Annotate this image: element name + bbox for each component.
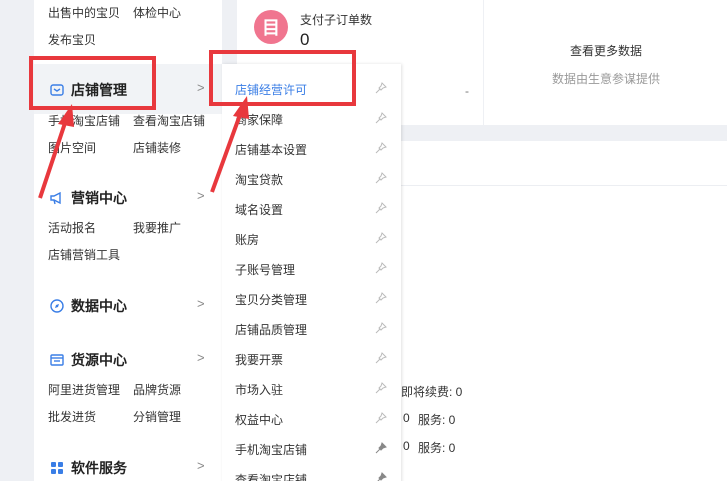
pin-icon[interactable] — [375, 412, 387, 424]
section-marketing-title: 营销中心 — [71, 190, 127, 206]
section-data-title: 数据中心 — [71, 298, 127, 314]
chevron-right-icon: > — [197, 458, 205, 473]
flyout-item-rights-center[interactable]: 权益中心 — [235, 411, 283, 428]
order-icon: 目 — [254, 10, 288, 44]
compass-icon — [49, 298, 65, 314]
section-supply-center[interactable]: 货源中心 — [49, 350, 127, 370]
pin-icon[interactable] — [375, 472, 387, 481]
pin-icon[interactable] — [375, 262, 387, 274]
flyout-item-market-entry[interactable]: 市场入驻 — [235, 381, 283, 398]
pin-icon[interactable] — [375, 382, 387, 394]
flyout-item-categories[interactable]: 宝贝分类管理 — [235, 291, 307, 308]
link-ali-purchase[interactable]: 阿里进货管理 — [48, 381, 120, 398]
section-supply-title: 货源中心 — [71, 352, 127, 368]
link-wholesale[interactable]: 批发进货 — [48, 408, 96, 425]
flyout-item-view-shop[interactable]: 查看淘宝店铺 — [235, 471, 307, 481]
pin-icon[interactable] — [375, 112, 387, 124]
shop-management-flyout: 店铺经营许可 商家保障 店铺基本设置 淘宝贷款 域名设置 账房 子账号管理 宝贝… — [222, 64, 401, 481]
link-brand-supply[interactable]: 品牌货源 — [133, 381, 181, 398]
more-data-card[interactable]: 查看更多数据 数据由生意参谋提供 — [484, 0, 727, 125]
link-marketing-tools[interactable]: 店铺营销工具 — [48, 246, 120, 263]
link-view-shop[interactable]: 查看淘宝店铺 — [133, 112, 205, 129]
pin-icon[interactable] — [375, 202, 387, 214]
section-data-center[interactable]: 数据中心 — [49, 296, 127, 316]
link-activity-signup[interactable]: 活动报名 — [48, 219, 96, 236]
pin-icon[interactable] — [375, 322, 387, 334]
link-image-space[interactable]: 图片空间 — [48, 139, 96, 156]
chevron-right-icon: > — [197, 350, 205, 365]
flyout-item-invoice[interactable]: 我要开票 — [235, 351, 283, 368]
info-renew: 即将续费: 0 — [401, 385, 463, 399]
stats-value: 0 — [300, 30, 310, 49]
info-count-2: 0 — [403, 439, 410, 453]
flyout-item-taobao-loan[interactable]: 淘宝贷款 — [235, 171, 283, 188]
flyout-item-mobile-shop[interactable]: 手机淘宝店铺 — [235, 441, 307, 458]
info-service-2: 服务: 0 — [418, 441, 456, 455]
section-marketing[interactable]: 营销中心 — [49, 188, 127, 208]
link-publish-item[interactable]: 发布宝贝 — [48, 31, 96, 48]
megaphone-icon — [49, 190, 65, 206]
info-count-1: 0 — [403, 411, 410, 425]
chevron-right-icon: > — [197, 188, 205, 203]
pin-icon[interactable] — [375, 172, 387, 184]
chevron-right-icon: > — [197, 80, 205, 95]
more-data-title[interactable]: 查看更多数据 — [570, 42, 642, 59]
link-distribution[interactable]: 分销管理 — [133, 408, 181, 425]
flyout-item-merchant-guarantee[interactable]: 商家保障 — [235, 111, 283, 128]
stats-dash: - — [465, 84, 469, 98]
grid-icon — [49, 460, 65, 476]
pin-icon[interactable] — [375, 352, 387, 364]
section-software-title: 软件服务 — [71, 460, 127, 476]
link-shop-decor[interactable]: 店铺装修 — [133, 139, 181, 156]
section-software-services[interactable]: 软件服务 — [49, 458, 127, 478]
flyout-item-billing[interactable]: 账房 — [235, 231, 259, 248]
order-icon-glyph: 目 — [262, 18, 280, 38]
chevron-right-icon: > — [197, 296, 205, 311]
pin-icon[interactable] — [375, 82, 387, 94]
pin-icon[interactable] — [375, 292, 387, 304]
flyout-item-sub-accounts[interactable]: 子账号管理 — [235, 261, 295, 278]
flyout-item-quality[interactable]: 店铺品质管理 — [235, 321, 307, 338]
flyout-item-basic-settings[interactable]: 店铺基本设置 — [235, 141, 307, 158]
stats-label: 支付子订单数 — [300, 13, 373, 27]
annotation-box-business-license — [209, 50, 356, 106]
more-data-sub: 数据由生意参谋提供 — [552, 72, 661, 86]
link-promotion[interactable]: 我要推广 — [133, 219, 181, 236]
link-mobile-shop[interactable]: 手机淘宝店铺 — [48, 112, 120, 129]
link-on-sale-items[interactable]: 出售中的宝贝 — [48, 4, 120, 21]
link-health-center[interactable]: 体检中心 — [133, 4, 181, 21]
pin-icon[interactable] — [375, 442, 387, 454]
supply-icon — [49, 352, 65, 368]
annotation-box-shop-management — [29, 56, 156, 110]
flyout-item-domain-settings[interactable]: 域名设置 — [235, 201, 283, 218]
pin-icon[interactable] — [375, 142, 387, 154]
info-service-1: 服务: 0 — [418, 413, 456, 427]
pin-icon[interactable] — [375, 232, 387, 244]
